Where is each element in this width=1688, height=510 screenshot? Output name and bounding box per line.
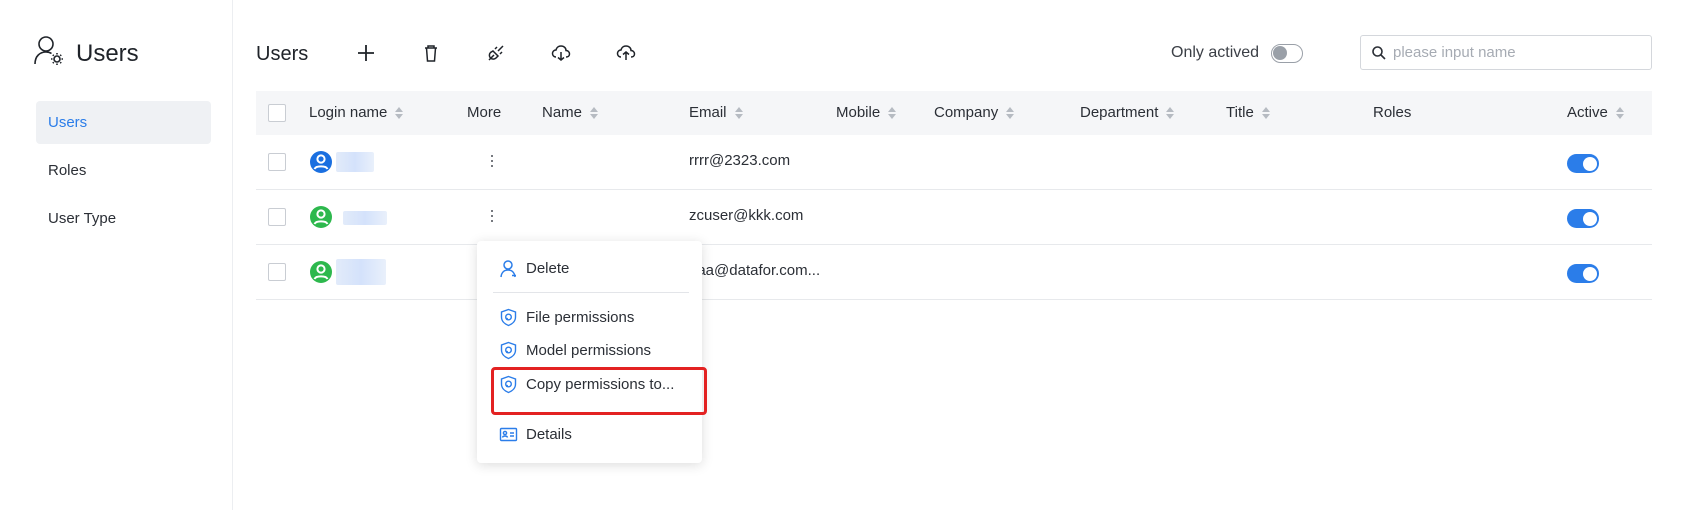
email-cell: zcuser@kkk.com (689, 207, 804, 224)
column-login-name[interactable]: Login name (309, 104, 404, 121)
column-company[interactable]: Company (934, 104, 1015, 121)
search-icon (1372, 45, 1386, 60)
toggle-knob (1583, 266, 1597, 281)
cloud-download-icon (551, 45, 571, 61)
sort-icon (1615, 106, 1624, 119)
row-checkbox[interactable] (268, 153, 286, 171)
login-name-redacted (343, 211, 387, 225)
sidebar: Users Users Roles User Type (0, 0, 233, 510)
toggle-knob (1583, 156, 1597, 171)
search-box (1360, 35, 1652, 70)
sort-icon (590, 106, 599, 119)
column-title[interactable]: Title (1226, 104, 1270, 121)
app-header: Users (33, 34, 139, 73)
sidebar-item-roles[interactable]: Roles (36, 149, 211, 192)
sort-icon (1006, 106, 1015, 119)
menu-item-model-permissions[interactable]: Model permissions (477, 333, 702, 367)
page-title: Users (256, 43, 309, 65)
toggle-knob (1583, 211, 1597, 226)
cloud-upload-icon (616, 45, 636, 60)
sort-icon (734, 106, 743, 119)
context-menu: Delete File permissions Model permission… (477, 241, 702, 463)
login-name-redacted (336, 259, 386, 285)
only-actived-label: Only actived (1171, 44, 1260, 61)
sort-icon (888, 106, 897, 119)
table-row[interactable]: zcuser@kkk.com (256, 190, 1652, 245)
sidebar-item-users[interactable]: Users (36, 101, 211, 144)
menu-item-copy-permissions[interactable]: Copy permissions to... (477, 367, 702, 401)
user-avatar-icon (310, 261, 332, 283)
menu-item-details[interactable]: Details (477, 417, 702, 451)
user-avatar-icon (310, 206, 332, 228)
email-cell: aaa@datafor.com... (689, 262, 821, 279)
active-toggle[interactable] (1567, 209, 1599, 228)
column-more: More (467, 104, 502, 121)
menu-item-label: File permissions (526, 308, 635, 326)
column-roles: Roles (1373, 104, 1412, 121)
toolbar: Users Only actived (256, 34, 1652, 74)
more-options-button[interactable] (485, 149, 499, 173)
id-card-icon (499, 427, 518, 441)
table-row[interactable]: rrrr@2323.com (256, 135, 1652, 190)
sidebar-item-user-type[interactable]: User Type (36, 197, 211, 240)
email-cell: rrrr@2323.com (689, 152, 791, 169)
sort-icon (1166, 106, 1175, 119)
table-header: Login name More Name Email Mobile Compan… (256, 91, 1652, 135)
menu-item-delete[interactable]: Delete (477, 251, 702, 285)
menu-divider (493, 292, 689, 293)
sidebar-nav: Users Roles User Type (36, 101, 211, 245)
main-content: Users Only actived Login name More Name (256, 0, 1652, 510)
login-name-redacted (336, 152, 374, 172)
column-email[interactable]: Email (689, 104, 743, 121)
only-actived-toggle[interactable] (1271, 44, 1303, 63)
column-mobile[interactable]: Mobile (836, 104, 897, 121)
user-settings-icon (33, 34, 67, 73)
add-user-button[interactable] (352, 39, 380, 67)
active-toggle[interactable] (1567, 154, 1599, 173)
sort-icon (395, 106, 404, 119)
shield-icon (500, 341, 517, 359)
menu-item-file-permissions[interactable]: File permissions (477, 300, 702, 334)
menu-item-label: Delete (526, 259, 570, 277)
shield-icon (500, 308, 517, 326)
delete-button[interactable] (417, 39, 445, 67)
column-name[interactable]: Name (542, 104, 599, 121)
trash-icon (425, 45, 437, 62)
app-title: Users (76, 39, 139, 67)
menu-item-label: Copy permissions to... (526, 375, 675, 393)
search-input[interactable] (1393, 44, 1643, 61)
toggle-knob (1273, 46, 1287, 60)
connect-button[interactable] (482, 39, 510, 67)
row-checkbox[interactable] (268, 208, 286, 226)
column-active[interactable]: Active (1567, 104, 1624, 121)
select-all-checkbox[interactable] (268, 104, 286, 122)
menu-item-label: Model permissions (526, 341, 652, 359)
plug-icon (488, 45, 504, 61)
user-icon (500, 259, 516, 277)
active-toggle[interactable] (1567, 264, 1599, 283)
row-checkbox[interactable] (268, 263, 286, 281)
import-button[interactable] (547, 39, 575, 67)
table-row[interactable]: aaa@datafor.com... (256, 245, 1652, 300)
column-department[interactable]: Department (1080, 104, 1175, 121)
shield-icon (500, 375, 517, 393)
menu-item-label: Details (526, 425, 572, 443)
plus-icon (358, 45, 374, 61)
user-avatar-icon (310, 151, 332, 173)
users-table: Login name More Name Email Mobile Compan… (256, 91, 1652, 300)
more-options-button[interactable] (485, 204, 499, 228)
sort-icon (1261, 106, 1270, 119)
export-button[interactable] (612, 39, 640, 67)
